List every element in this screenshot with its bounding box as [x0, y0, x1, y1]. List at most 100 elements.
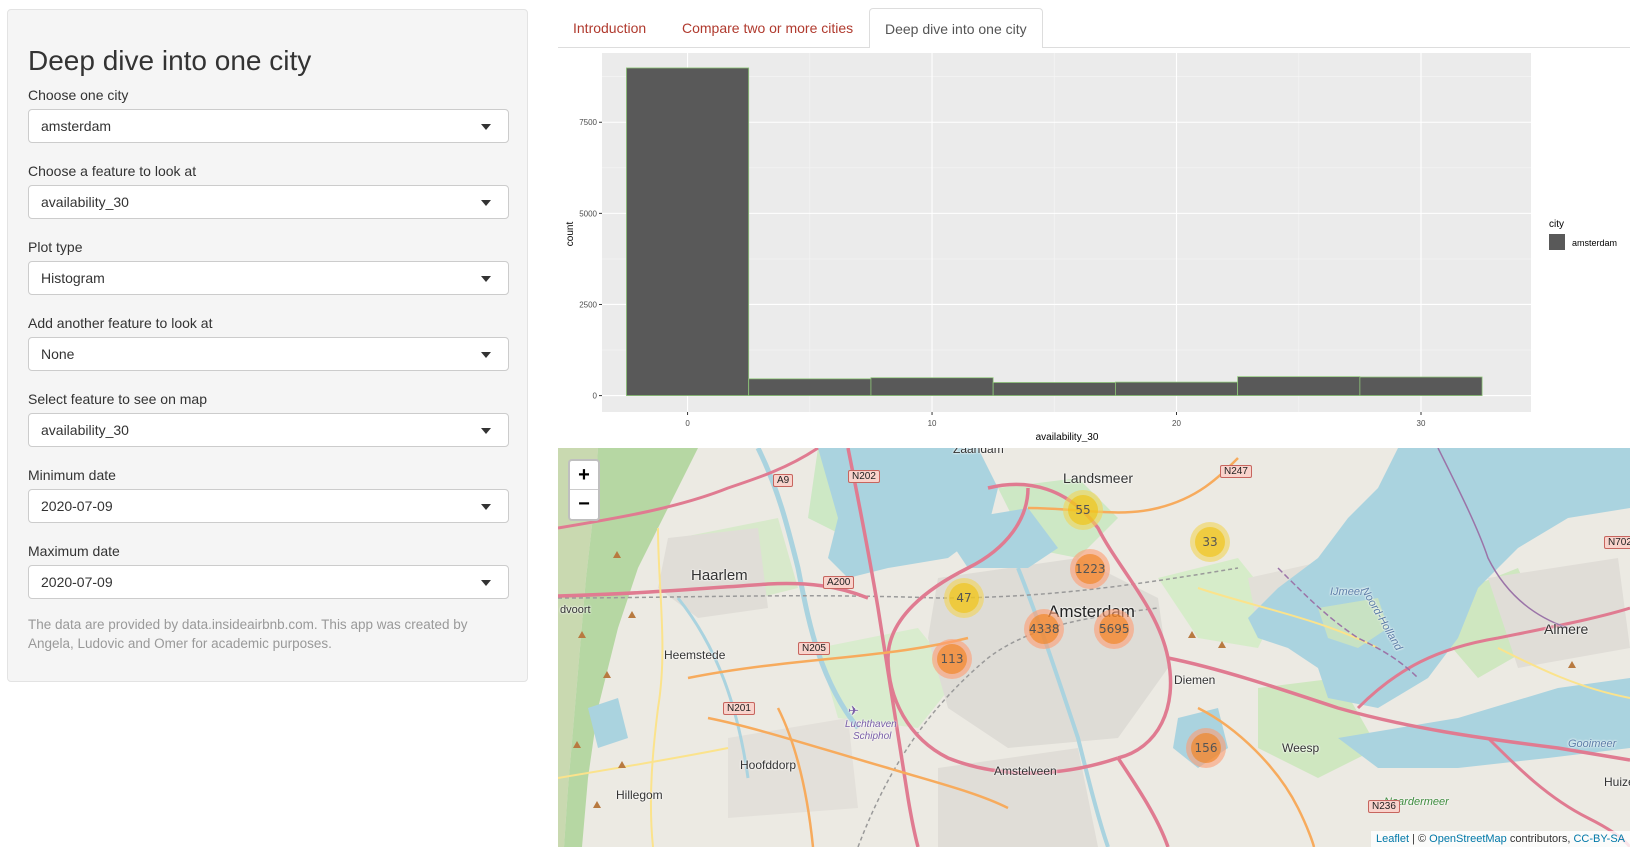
histogram-bar — [748, 378, 872, 396]
chevron-down-icon — [481, 352, 491, 358]
marker-cluster[interactable]: 47 — [944, 578, 984, 618]
map-feature-field: Select feature to see on map availabilit… — [28, 389, 509, 447]
feature-select[interactable]: availability_30 — [28, 185, 509, 219]
chevron-down-icon — [481, 200, 491, 206]
chevron-down-icon — [481, 504, 491, 510]
city-select-value: amsterdam — [41, 118, 112, 134]
place-label-luchthaven: Luchthaven — [845, 719, 897, 730]
road-shield-n202: N202 — [848, 470, 880, 483]
histogram-bar — [992, 382, 1116, 396]
place-label-zaandam: Zaandam — [953, 448, 1004, 456]
map-feature-value: availability_30 — [41, 422, 129, 438]
zoom-in-button[interactable]: + — [570, 461, 598, 490]
place-label-dvoort: dvoort — [560, 604, 591, 616]
tab-deep-dive[interactable]: Deep dive into one city — [869, 8, 1043, 49]
road-shield-a200: A200 — [823, 576, 855, 589]
histogram-bar — [1237, 376, 1361, 396]
min-date-select[interactable]: 2020-07-09 — [28, 489, 509, 523]
y-tick-label: 5000 — [579, 209, 597, 218]
histogram-chart: 0 10 20 30 0 2500 5000 7500 availability_30 co… — [558, 48, 1630, 442]
y-tick-label: 7500 — [579, 118, 597, 127]
plot-type-value: Histogram — [41, 270, 105, 286]
marker-cluster[interactable]: 5695 — [1094, 609, 1134, 649]
road-shield-n702: N702 — [1604, 536, 1630, 549]
x-tick-label: 30 — [1417, 419, 1426, 428]
city-select[interactable]: amsterdam — [28, 109, 509, 143]
place-label-landsmeer: Landsmeer — [1063, 470, 1134, 486]
y-tick-label: 2500 — [579, 300, 597, 309]
y-tick-label: 0 — [593, 392, 598, 401]
plot-type-field: Plot type Histogram — [28, 237, 509, 295]
leaflet-link[interactable]: Leaflet — [1376, 833, 1409, 845]
legend-swatch — [1549, 234, 1565, 250]
place-label-almere: Almere — [1544, 621, 1589, 637]
max-date-field: Maximum date 2020-07-09 — [28, 541, 509, 599]
x-tick-label: 10 — [928, 419, 937, 428]
place-label-amstelveen: Amstelveen — [994, 764, 1057, 778]
max-date-label: Maximum date — [28, 543, 120, 559]
feature-select-label: Choose a feature to look at — [28, 163, 197, 179]
sidebar-panel: Deep dive into one city Choose one city … — [7, 9, 528, 682]
x-tick-label: 20 — [1172, 419, 1181, 428]
zoom-out-button[interactable]: − — [570, 490, 598, 519]
histogram-bar — [1359, 376, 1483, 396]
tab-compare-cities[interactable]: Compare two or more cities — [667, 8, 868, 48]
sidebar-title: Deep dive into one city — [28, 45, 312, 76]
marker-cluster[interactable]: 156 — [1186, 728, 1226, 768]
chevron-down-icon — [481, 580, 491, 586]
road-shield-a9: A9 — [773, 474, 794, 487]
place-label-schiphol: Schiphol — [853, 731, 892, 742]
license-link[interactable]: CC-BY-SA — [1573, 833, 1625, 845]
marker-cluster[interactable]: 4338 — [1024, 609, 1064, 649]
road-shield-n205: N205 — [798, 642, 830, 655]
min-date-label: Minimum date — [28, 467, 116, 483]
legend-title: city — [1549, 219, 1564, 230]
tab-bar: Introduction Compare two or more cities … — [558, 8, 1630, 49]
place-label-hillegom: Hillegom — [616, 788, 663, 802]
max-date-select[interactable]: 2020-07-09 — [28, 565, 509, 599]
place-label-hoofddorp: Hoofddorp — [740, 758, 797, 772]
legend-label: amsterdam — [1572, 238, 1617, 248]
road-shield-n201: N201 — [723, 702, 755, 715]
leaflet-map[interactable]: Zaandam Landsmeer Haarlem Amsterdam Heem… — [558, 448, 1630, 847]
x-tick-label: 0 — [685, 419, 690, 428]
zoom-control: + − — [568, 459, 600, 521]
map-attribution: Leaflet | © OpenStreetMap contributors, … — [1370, 831, 1630, 847]
road-shield-n247: N247 — [1220, 465, 1252, 478]
histogram-plot: 0 10 20 30 0 2500 5000 7500 availability_30 co… — [558, 48, 1630, 442]
place-label-diemen: Diemen — [1174, 673, 1216, 687]
min-date-value: 2020-07-09 — [41, 498, 113, 514]
plot-type-label: Plot type — [28, 239, 83, 255]
city-select-label: Choose one city — [28, 87, 129, 103]
tab-introduction[interactable]: Introduction — [558, 8, 661, 48]
airport-icon: ✈ — [848, 703, 859, 718]
min-date-field: Minimum date 2020-07-09 — [28, 465, 509, 523]
map-feature-label: Select feature to see on map — [28, 391, 207, 407]
second-feature-label: Add another feature to look at — [28, 315, 213, 331]
second-feature-select[interactable]: None — [28, 337, 509, 371]
x-axis-label: availability_30 — [1036, 432, 1099, 442]
place-label-gooimeer: Gooimeer — [1568, 738, 1617, 750]
marker-cluster[interactable]: 55 — [1063, 490, 1103, 530]
data-source-note: The data are provided by data.insideairb… — [28, 617, 468, 651]
y-axis-label: count — [565, 222, 576, 247]
second-feature-value: None — [41, 346, 75, 362]
place-label-huizen: Huize — [1604, 775, 1630, 789]
second-feature-field: Add another feature to look at None — [28, 313, 509, 371]
place-label-heemstede: Heemstede — [664, 648, 726, 662]
marker-cluster[interactable]: 113 — [932, 639, 972, 679]
road-shield-n236: N236 — [1368, 800, 1400, 813]
map-feature-select[interactable]: availability_30 — [28, 413, 509, 447]
chevron-down-icon — [481, 124, 491, 130]
chevron-down-icon — [481, 428, 491, 434]
osm-link[interactable]: OpenStreetMap — [1429, 833, 1507, 845]
marker-cluster[interactable]: 33 — [1190, 522, 1230, 562]
marker-cluster[interactable]: 1223 — [1070, 549, 1110, 589]
histogram-bar — [870, 377, 994, 396]
place-label-weesp: Weesp — [1282, 741, 1320, 755]
feature-select-value: availability_30 — [41, 194, 129, 210]
feature-select-field: Choose a feature to look at availability… — [28, 161, 509, 219]
place-label-haarlem: Haarlem — [691, 567, 748, 584]
histogram-bar — [1114, 381, 1239, 396]
plot-type-select[interactable]: Histogram — [28, 261, 509, 295]
